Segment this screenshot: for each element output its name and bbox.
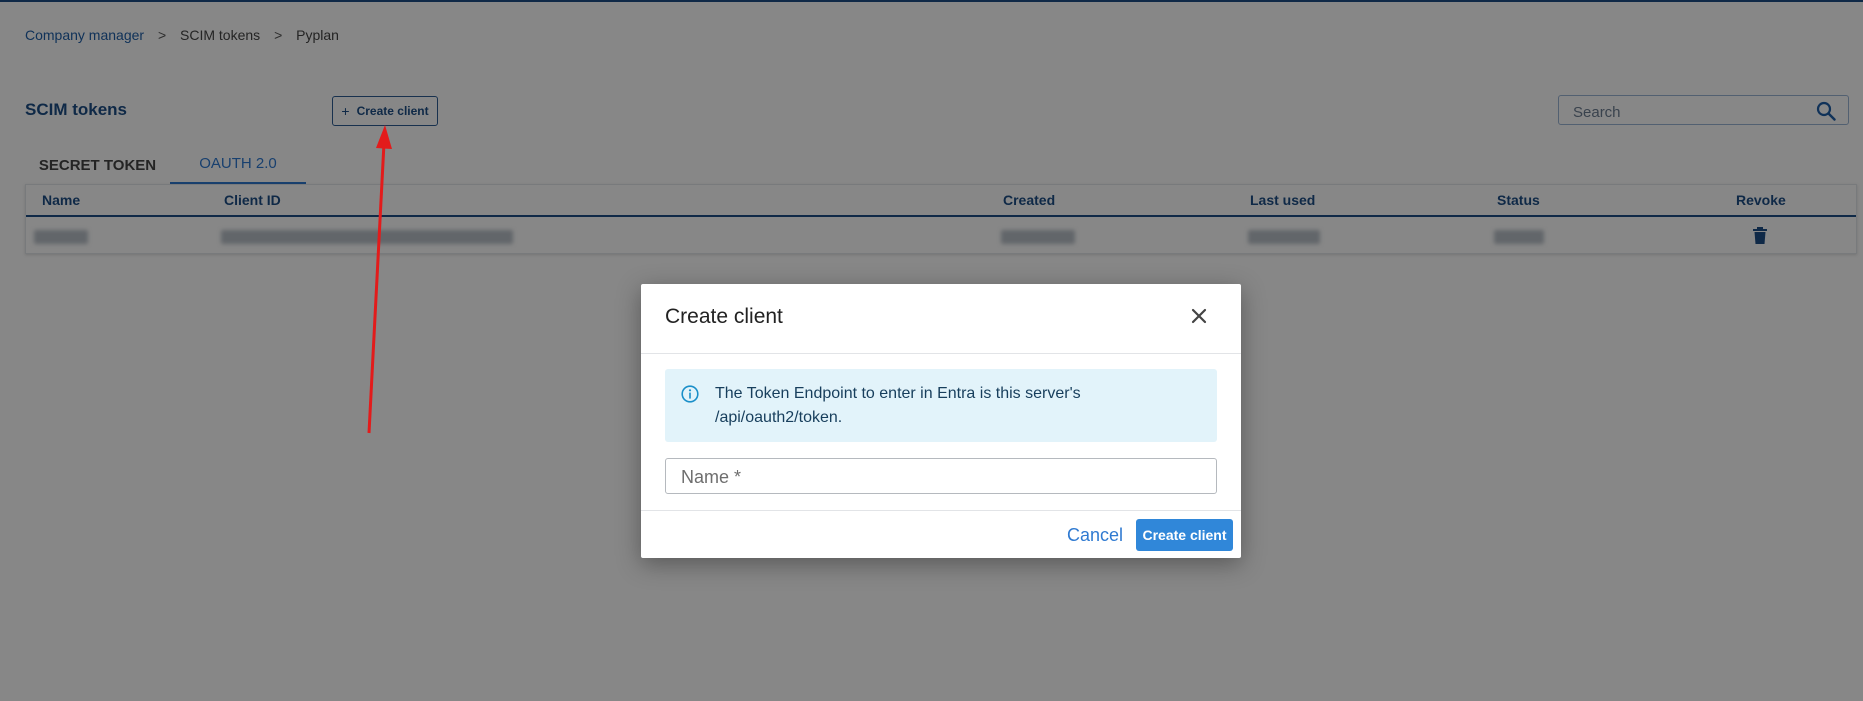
info-icon [681,385,699,403]
dialog-header: Create client [641,284,1241,354]
create-client-submit-button[interactable]: Create client [1136,519,1233,551]
info-text: The Token Endpoint to enter in Entra is … [715,385,1081,426]
dialog-title: Create client [665,305,783,328]
name-field[interactable] [665,458,1217,494]
info-alert: The Token Endpoint to enter in Entra is … [665,369,1217,442]
create-client-dialog: Create client The Token Endpoint to ente… [641,284,1241,558]
name-input[interactable] [679,465,1203,489]
cancel-button[interactable]: Cancel [1067,520,1123,550]
dialog-footer: Cancel Create client [641,510,1241,559]
close-icon[interactable] [1191,308,1207,324]
